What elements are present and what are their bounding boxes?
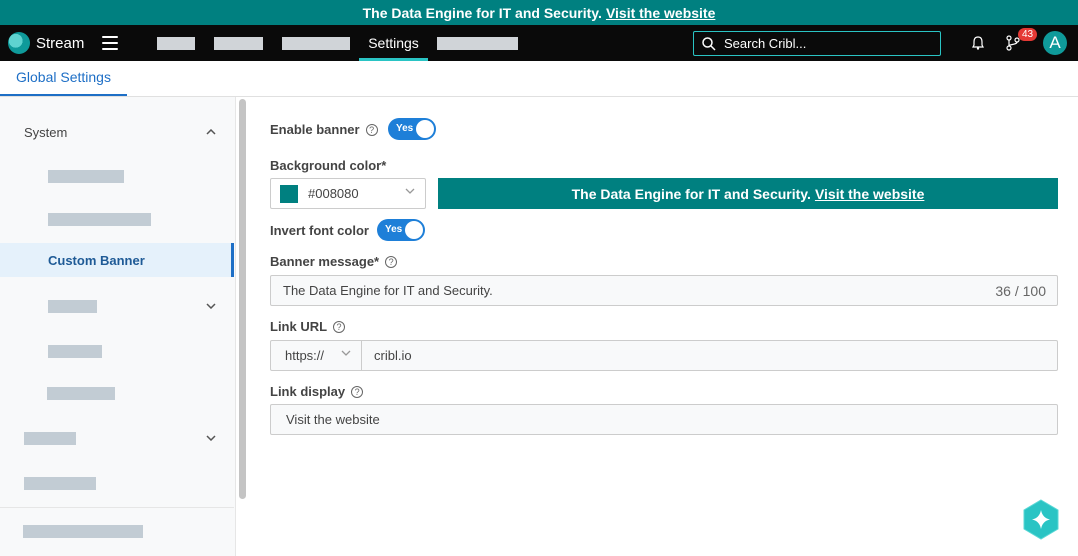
banner-message-label-text: Banner message* bbox=[270, 254, 380, 269]
search-input[interactable]: Search Cribl... bbox=[693, 31, 941, 56]
background-color-picker[interactable]: #008080 bbox=[270, 178, 426, 209]
top-banner: The Data Engine for IT and Security. Vis… bbox=[0, 0, 1078, 25]
nav-tab-2[interactable] bbox=[214, 25, 263, 61]
nav-tab-5[interactable] bbox=[437, 25, 518, 61]
sidebar-scrollbar[interactable] bbox=[236, 97, 250, 556]
help-icon[interactable]: ? bbox=[333, 320, 346, 333]
nav-tab-1[interactable] bbox=[157, 25, 195, 61]
invert-font-label: Invert font color bbox=[270, 223, 369, 238]
custom-banner-form: Enable banner ? Yes Background color* #0… bbox=[250, 97, 1078, 556]
nav-tab-settings[interactable]: Settings bbox=[359, 25, 428, 61]
menu-icon[interactable] bbox=[102, 36, 118, 50]
background-color-label: Background color* bbox=[270, 158, 387, 173]
banner-message-label: Banner message* ? bbox=[270, 254, 398, 269]
settings-sidebar: System Custom Banner bbox=[0, 97, 236, 556]
search-icon bbox=[702, 36, 716, 51]
banner-message-value: The Data Engine for IT and Security. bbox=[283, 283, 493, 298]
link-url-label: Link URL ? bbox=[270, 319, 346, 334]
link-display-label-text: Link display bbox=[270, 384, 346, 399]
enable-banner-label-text: Enable banner bbox=[270, 122, 360, 137]
sidebar-item-label: Custom Banner bbox=[48, 252, 145, 268]
chevron-down-icon bbox=[206, 303, 216, 309]
banner-message-input[interactable]: The Data Engine for IT and Security. 36 … bbox=[270, 275, 1058, 306]
sidebar-item-sub-5[interactable] bbox=[0, 334, 234, 368]
app-logo[interactable]: Stream bbox=[8, 32, 90, 54]
link-url-value: cribl.io bbox=[374, 348, 412, 363]
protocol-select[interactable]: https:// bbox=[270, 340, 362, 371]
banner-preview: The Data Engine for IT and Security. Vis… bbox=[438, 178, 1058, 209]
search-placeholder: Search Cribl... bbox=[724, 36, 807, 51]
chevron-down-icon bbox=[405, 188, 415, 194]
link-display-input[interactable]: Visit the website bbox=[270, 404, 1058, 435]
toggle-label: Yes bbox=[385, 224, 403, 235]
nav-tab-3[interactable] bbox=[282, 25, 350, 61]
invert-font-toggle[interactable]: Yes bbox=[377, 219, 425, 241]
link-url-label-text: Link URL bbox=[270, 319, 328, 334]
bell-icon[interactable] bbox=[972, 36, 984, 50]
sidebar-divider bbox=[0, 507, 234, 508]
help-icon[interactable]: ? bbox=[351, 385, 364, 398]
chevron-down-icon bbox=[341, 350, 351, 356]
color-swatch bbox=[280, 184, 298, 203]
sidebar-item-sub-4[interactable] bbox=[0, 289, 234, 323]
sidebar-item-custom-banner[interactable]: Custom Banner bbox=[0, 243, 234, 277]
sidebar-item-group-3[interactable] bbox=[0, 466, 234, 500]
help-icon[interactable]: ? bbox=[365, 123, 378, 136]
cribl-logo-icon bbox=[8, 32, 30, 54]
enable-banner-toggle[interactable]: Yes bbox=[388, 118, 436, 140]
avatar[interactable]: A bbox=[1043, 31, 1067, 55]
preview-link[interactable]: Visit the website bbox=[815, 186, 924, 202]
sidebar-item-label: System bbox=[24, 124, 68, 140]
link-url-field: https:// cribl.io bbox=[270, 340, 1058, 371]
color-value: #008080 bbox=[308, 186, 359, 201]
preview-message: The Data Engine for IT and Security. bbox=[571, 185, 811, 202]
banner-message: The Data Engine for IT and Security. bbox=[362, 4, 602, 21]
banner-link[interactable]: Visit the website bbox=[606, 5, 715, 21]
link-display-label: Link display ? bbox=[270, 384, 364, 399]
tab-global-settings[interactable]: Global Settings bbox=[0, 60, 127, 96]
chevron-up-icon bbox=[206, 129, 216, 135]
ai-assistant-icon[interactable] bbox=[1022, 499, 1060, 540]
sidebar-item-sub-2[interactable] bbox=[0, 202, 234, 236]
sidebar-item-group-4[interactable] bbox=[0, 514, 234, 548]
enable-banner-label: Enable banner ? bbox=[270, 122, 378, 137]
char-counter: 36 / 100 bbox=[995, 282, 1046, 299]
chevron-down-icon bbox=[206, 435, 216, 441]
toggle-knob bbox=[416, 120, 434, 138]
toggle-knob bbox=[405, 221, 423, 239]
protocol-value: https:// bbox=[285, 348, 325, 363]
link-display-value: Visit the website bbox=[286, 412, 380, 427]
help-icon[interactable]: ? bbox=[385, 255, 398, 268]
sidebar-item-sub-6[interactable] bbox=[0, 376, 234, 410]
sidebar-item-sub-1[interactable] bbox=[0, 159, 234, 193]
sidebar-item-system[interactable]: System bbox=[0, 115, 234, 149]
notification-badge: 43 bbox=[1018, 28, 1038, 41]
app-name: Stream bbox=[36, 34, 85, 52]
sidebar-item-group-2[interactable] bbox=[0, 421, 234, 455]
scrollbar-thumb[interactable] bbox=[239, 99, 246, 499]
settings-tabbar: Global Settings bbox=[0, 61, 1078, 97]
link-url-input[interactable]: cribl.io bbox=[362, 340, 1058, 371]
toggle-label: Yes bbox=[396, 123, 414, 134]
top-navbar: Stream Settings Search Cribl... 43 A bbox=[0, 25, 1078, 61]
